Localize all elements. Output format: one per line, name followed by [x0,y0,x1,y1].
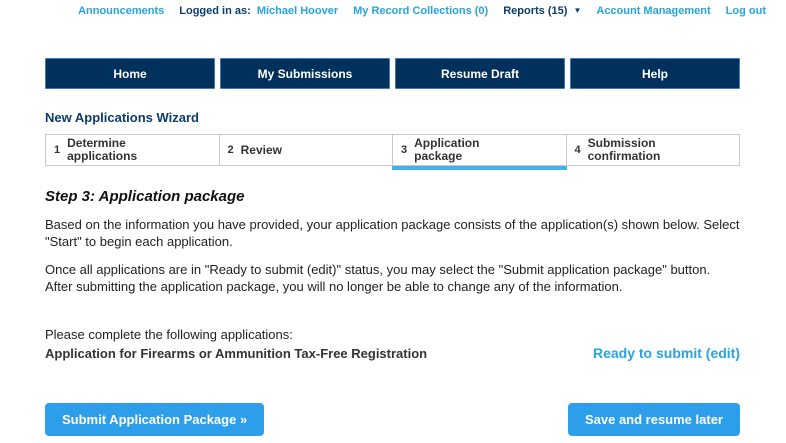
submit-application-package-button[interactable]: Submit Application Package » [45,403,264,436]
step-label: Determine applications [67,137,167,163]
logged-in-as: Logged in as: Michael Hoover [179,5,338,17]
step-number: 4 [575,144,581,156]
action-buttons: Submit Application Package » Save and re… [45,403,740,436]
applications-section: Please complete the following applicatio… [45,327,740,361]
step-number: 2 [228,144,234,156]
save-and-resume-later-button[interactable]: Save and resume later [568,403,740,436]
record-collections-link[interactable]: My Record Collections (0) [353,5,488,17]
reports-dropdown[interactable]: Reports (15) ▼ [503,5,581,17]
step-number: 3 [401,144,407,156]
nav-button-help[interactable]: Help [570,58,740,89]
wizard-step-determine-applications[interactable]: 1 Determine applications [45,134,220,166]
instructions-paragraph-1: Based on the information you have provid… [45,216,740,250]
applications-intro: Please complete the following applicatio… [45,327,740,342]
wizard-step-submission-confirmation[interactable]: 4 Submission confirmation [566,134,741,166]
application-row: Application for Firearms or Ammunition T… [45,345,740,361]
logged-in-prefix: Logged in as: [179,5,251,17]
step-number: 1 [54,144,60,156]
chevron-down-icon: ▼ [573,6,581,15]
user-name-link[interactable]: Michael Hoover [257,5,338,17]
reports-label: Reports (15) [503,5,567,17]
logout-link[interactable]: Log out [726,5,766,17]
main-content: New Applications Wizard 1 Determine appl… [45,110,740,436]
nav-button-my-submissions[interactable]: My Submissions [220,58,390,89]
account-management-link[interactable]: Account Management [596,5,710,17]
wizard-step-application-package[interactable]: 3 Application package [392,134,567,166]
step-label: Submission confirmation [588,137,688,163]
application-status-link[interactable]: Ready to submit (edit) [593,345,740,361]
top-utility-bar: Announcements Logged in as: Michael Hoov… [0,0,786,17]
main-navigation: Home My Submissions Resume Draft Help [45,58,740,89]
nav-button-resume-draft[interactable]: Resume Draft [395,58,565,89]
application-name: Application for Firearms or Ammunition T… [45,346,427,361]
wizard-title: New Applications Wizard [45,110,740,125]
step-label: Review [241,144,282,157]
page-title: Step 3: Application package [45,188,740,205]
wizard-steps: 1 Determine applications 2 Review 3 Appl… [45,134,740,166]
instructions-paragraph-2: Once all applications are in "Ready to s… [45,261,740,295]
announcements-link[interactable]: Announcements [78,5,164,17]
step-label: Application package [414,137,514,163]
nav-button-home[interactable]: Home [45,58,215,89]
wizard-step-review[interactable]: 2 Review [219,134,394,166]
